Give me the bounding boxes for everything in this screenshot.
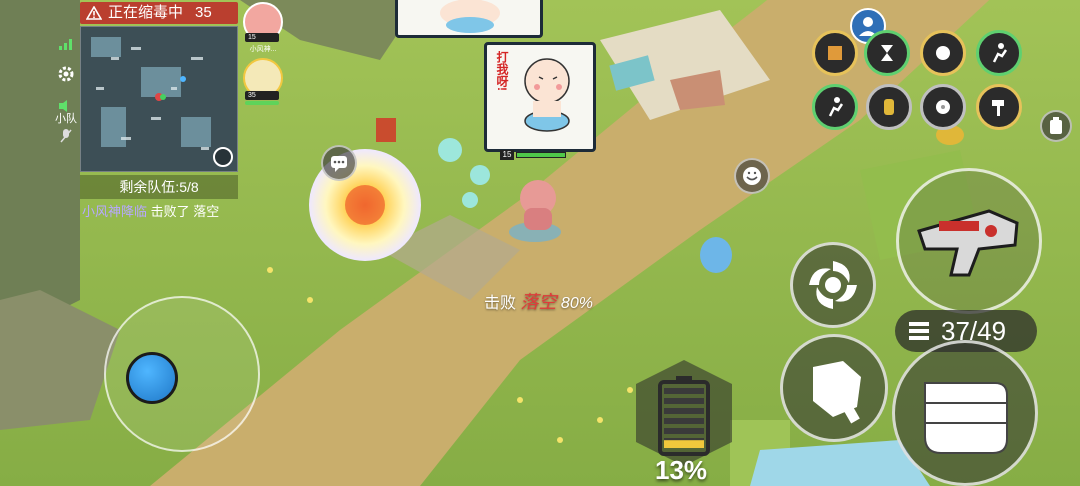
kill-feed-killer: 小风神降临 [82, 204, 148, 219]
emote-face-icon[interactable] [734, 158, 770, 194]
zoom-in-icon[interactable] [213, 147, 233, 167]
teams-remaining: 剩余队伍:5/8 [80, 175, 238, 199]
buff-slot[interactable] [812, 30, 858, 76]
wrench-hand-icon [813, 361, 861, 424]
baby-sticker-art [524, 58, 570, 132]
mic-icon[interactable] [56, 126, 76, 146]
kill-notice: 击败 落空 80% [484, 288, 593, 314]
shield-percent: 13% [655, 455, 708, 485]
shield-fill [664, 440, 704, 448]
chat-bubble-icon[interactable] [321, 145, 357, 181]
fist-icon [924, 382, 1008, 454]
hourglass-icon[interactable] [864, 30, 910, 76]
joystick-knob[interactable] [126, 352, 178, 404]
teammate-name: 小风神... [249, 46, 277, 53]
player-level: 15 [500, 150, 514, 160]
player-hp-bar [516, 152, 566, 158]
dash-button[interactable] [790, 242, 876, 328]
teammate-level: 35 [245, 91, 279, 100]
hammer-icon[interactable] [976, 84, 1022, 130]
toilet-paper-icon[interactable] [920, 84, 966, 130]
poison-countdown: 35 [195, 4, 212, 21]
teammate-hp-bar [245, 101, 279, 105]
warning-triangle-icon [86, 6, 102, 20]
poison-status-banner: 正在缩毒中 35 [80, 2, 238, 24]
gear-icon[interactable] [56, 64, 76, 84]
poison-status-label: 正在缩毒中 [108, 4, 184, 21]
teammate-level: 15 [245, 33, 279, 42]
kill-notice-victim: 落空 [520, 292, 557, 312]
player-status: 15 [500, 150, 570, 162]
sprint-icon[interactable] [976, 30, 1022, 76]
emote-sticker [395, 0, 543, 38]
attack-button[interactable] [892, 340, 1038, 486]
sprint-icon[interactable] [812, 84, 858, 130]
kill-feed-verb: 击败了 [150, 204, 190, 219]
weapon-swap-button[interactable] [896, 168, 1042, 314]
magazine-icon [909, 322, 929, 340]
melee-button[interactable] [780, 334, 888, 442]
emote-sticker: 打我呀! [484, 42, 596, 152]
kill-feed-victim: 落空 [193, 204, 220, 219]
kill-notice-verb: 击败 [484, 295, 517, 312]
squad-voice-label: 小队 [55, 113, 77, 125]
shield-meter [636, 360, 732, 466]
spin-dash-icon [809, 261, 857, 309]
buff-slot[interactable] [866, 84, 912, 130]
buff-slot[interactable] [920, 30, 966, 76]
minimap[interactable] [80, 26, 238, 172]
backpack-icon[interactable] [1040, 110, 1072, 142]
kill-feed-entry: 小风神降临 击败了 落空 [82, 201, 219, 220]
kill-notice-percent: 80% [560, 295, 593, 312]
ray-gun-icon [917, 209, 1019, 277]
signal-icon [56, 34, 76, 54]
